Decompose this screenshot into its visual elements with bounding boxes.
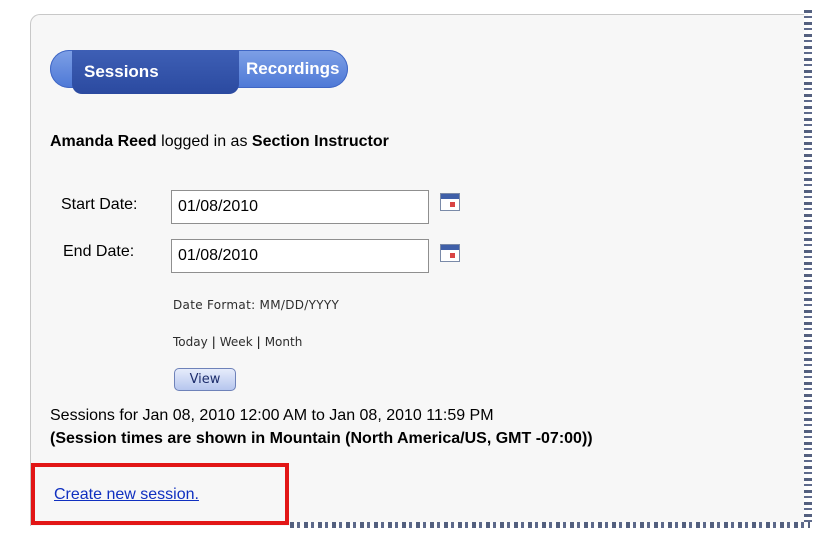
calendar-icon[interactable] [440, 244, 460, 262]
tab-recordings[interactable]: Recordings [246, 50, 372, 88]
torn-edge-bottom [290, 522, 810, 528]
sessions-summary: Sessions for Jan 08, 2010 12:00 AM to Ja… [50, 407, 494, 424]
calendar-icon-header [441, 194, 459, 199]
calendar-icon-marker [450, 202, 455, 207]
range-month-link[interactable]: Month [265, 335, 303, 349]
calendar-icon-header [441, 245, 459, 250]
calendar-icon-marker [450, 253, 455, 258]
separator: | [211, 335, 216, 349]
screenshot-frame: Sessions Recordings Amanda Reed logged i… [0, 0, 818, 533]
end-date-input[interactable] [171, 239, 429, 273]
separator: | [256, 335, 261, 349]
view-button[interactable]: View [174, 368, 236, 391]
range-today-link[interactable]: Today [173, 335, 208, 349]
date-format-hint: Date Format: MM/DD/YYYY [173, 298, 340, 312]
create-session-link[interactable]: Create new session. [54, 486, 199, 504]
tab-bar: Sessions Recordings [50, 50, 348, 94]
login-text: logged in as [161, 133, 248, 150]
date-range-links: Today | Week | Month [173, 335, 302, 349]
tab-sessions[interactable]: Sessions [72, 50, 239, 94]
user-role: Section Instructor [251, 133, 389, 150]
user-name: Amanda Reed [50, 133, 157, 150]
start-date-label: Start Date: [61, 196, 138, 213]
end-date-label: End Date: [63, 243, 135, 260]
timezone-note: (Session times are shown in Mountain (No… [50, 430, 593, 447]
torn-edge-right [804, 10, 812, 526]
range-week-link[interactable]: Week [220, 335, 253, 349]
login-status: Amanda Reed logged in as Section Instruc… [50, 133, 389, 151]
calendar-icon[interactable] [440, 193, 460, 211]
start-date-input[interactable] [171, 190, 429, 224]
